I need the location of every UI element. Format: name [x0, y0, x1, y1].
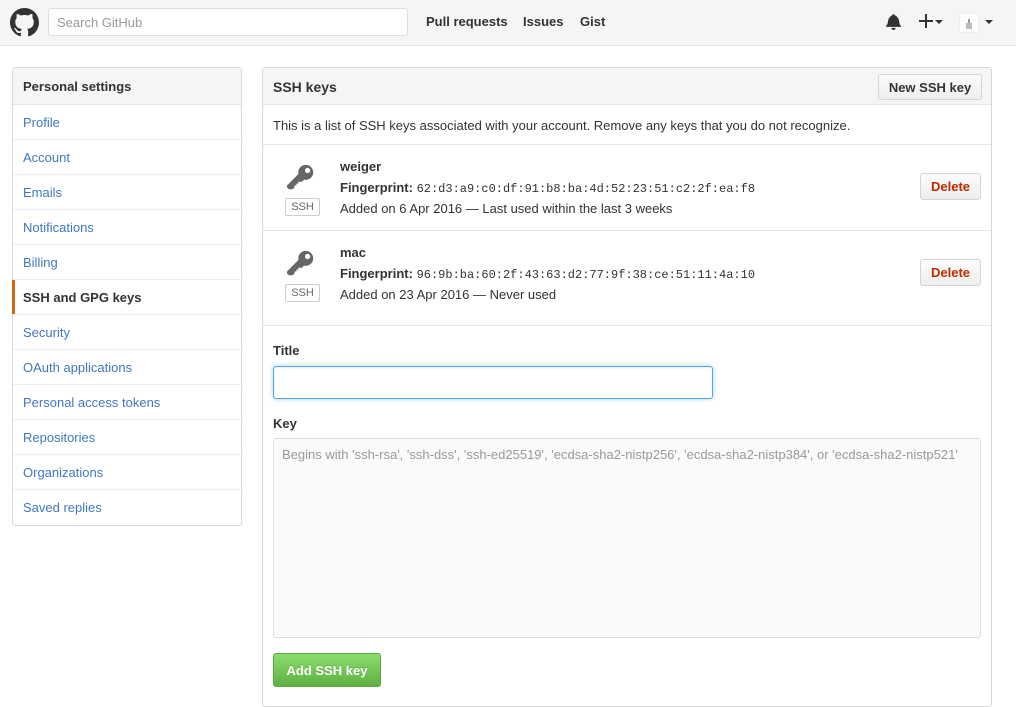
key-icon	[287, 164, 314, 190]
key-icon	[287, 250, 314, 276]
top-header: Pull requests Issues Gist	[0, 0, 1016, 46]
sidebar-item-saved-replies[interactable]: Saved replies	[13, 490, 241, 525]
panel-header: SSH keys New SSH key	[263, 68, 991, 105]
plus-icon	[919, 14, 933, 28]
avatar-chevron-down-icon[interactable]	[985, 20, 993, 24]
key-title: weiger	[340, 159, 382, 174]
sidebar-title: Personal settings	[13, 68, 241, 105]
sidebar-item-emails[interactable]: Emails	[13, 175, 241, 210]
sidebar-item-account[interactable]: Account	[13, 140, 241, 175]
sidebar-item-profile[interactable]: Profile	[13, 105, 241, 140]
sidebar-item-ssh-gpg-keys[interactable]: SSH and GPG keys	[12, 280, 241, 315]
sidebar-item-repositories[interactable]: Repositories	[13, 420, 241, 455]
sidebar-item-organizations[interactable]: Organizations	[13, 455, 241, 490]
key-fingerprint: Fingerprint: 62:d3:a9:c0:df:91:b8:ba:4d:…	[340, 180, 755, 196]
fingerprint-label: Fingerprint:	[340, 180, 413, 195]
bell-icon[interactable]	[886, 13, 901, 30]
intro-text: This is a list of SSH keys associated wi…	[273, 118, 851, 133]
fingerprint-label: Fingerprint:	[340, 266, 413, 281]
title-label: Title	[273, 343, 300, 358]
delete-key-button[interactable]: Delete	[920, 259, 981, 286]
key-fingerprint: Fingerprint: 96:9b:ba:60:2f:43:63:d2:77:…	[340, 266, 755, 282]
settings-sidebar: Personal settings Profile Account Emails…	[12, 67, 242, 526]
ssh-badge: SSH	[285, 284, 320, 302]
sidebar-item-security[interactable]: Security	[13, 315, 241, 350]
sidebar-item-billing[interactable]: Billing	[13, 245, 241, 280]
sidebar-item-oauth-applications[interactable]: OAuth applications	[13, 350, 241, 385]
chevron-down-icon	[935, 20, 943, 24]
key-meta: Added on 6 Apr 2016 — Last used within t…	[340, 201, 673, 216]
avatar[interactable]	[959, 13, 979, 33]
nav-pull-requests[interactable]: Pull requests	[426, 14, 508, 29]
nav-gist[interactable]: Gist	[580, 14, 605, 29]
avatar-image-icon	[966, 19, 972, 29]
new-ssh-key-button[interactable]: New SSH key	[878, 74, 982, 100]
key-textarea[interactable]	[273, 438, 981, 638]
search-input[interactable]	[48, 8, 408, 36]
key-label: Key	[273, 416, 297, 431]
sidebar-item-notifications[interactable]: Notifications	[13, 210, 241, 245]
key-meta: Added on 23 Apr 2016 — Never used	[340, 287, 557, 302]
key-title: mac	[340, 245, 367, 260]
page-title: SSH keys	[273, 79, 337, 95]
fingerprint-value: 62:d3:a9:c0:df:91:b8:ba:4d:52:23:51:c2:2…	[416, 182, 756, 196]
ssh-badge: SSH	[285, 198, 320, 216]
nav-issues[interactable]: Issues	[523, 14, 563, 29]
delete-key-button[interactable]: Delete	[920, 173, 981, 200]
github-logo-icon[interactable]	[10, 8, 39, 37]
add-key-form: Title Key Add SSH key	[263, 325, 991, 705]
ssh-keys-panel: SSH keys New SSH key This is a list of S…	[262, 67, 992, 707]
title-input[interactable]	[273, 366, 713, 399]
ssh-key-row: SSH weiger Fingerprint: 62:d3:a9:c0:df:9…	[263, 144, 991, 230]
fingerprint-value: 96:9b:ba:60:2f:43:63:d2:77:9f:38:ce:51:1…	[416, 268, 756, 282]
sidebar-item-personal-access-tokens[interactable]: Personal access tokens	[13, 385, 241, 420]
ssh-key-row: SSH mac Fingerprint: 96:9b:ba:60:2f:43:6…	[263, 230, 991, 316]
new-menu[interactable]	[919, 11, 945, 33]
add-ssh-key-button[interactable]: Add SSH key	[273, 653, 381, 687]
